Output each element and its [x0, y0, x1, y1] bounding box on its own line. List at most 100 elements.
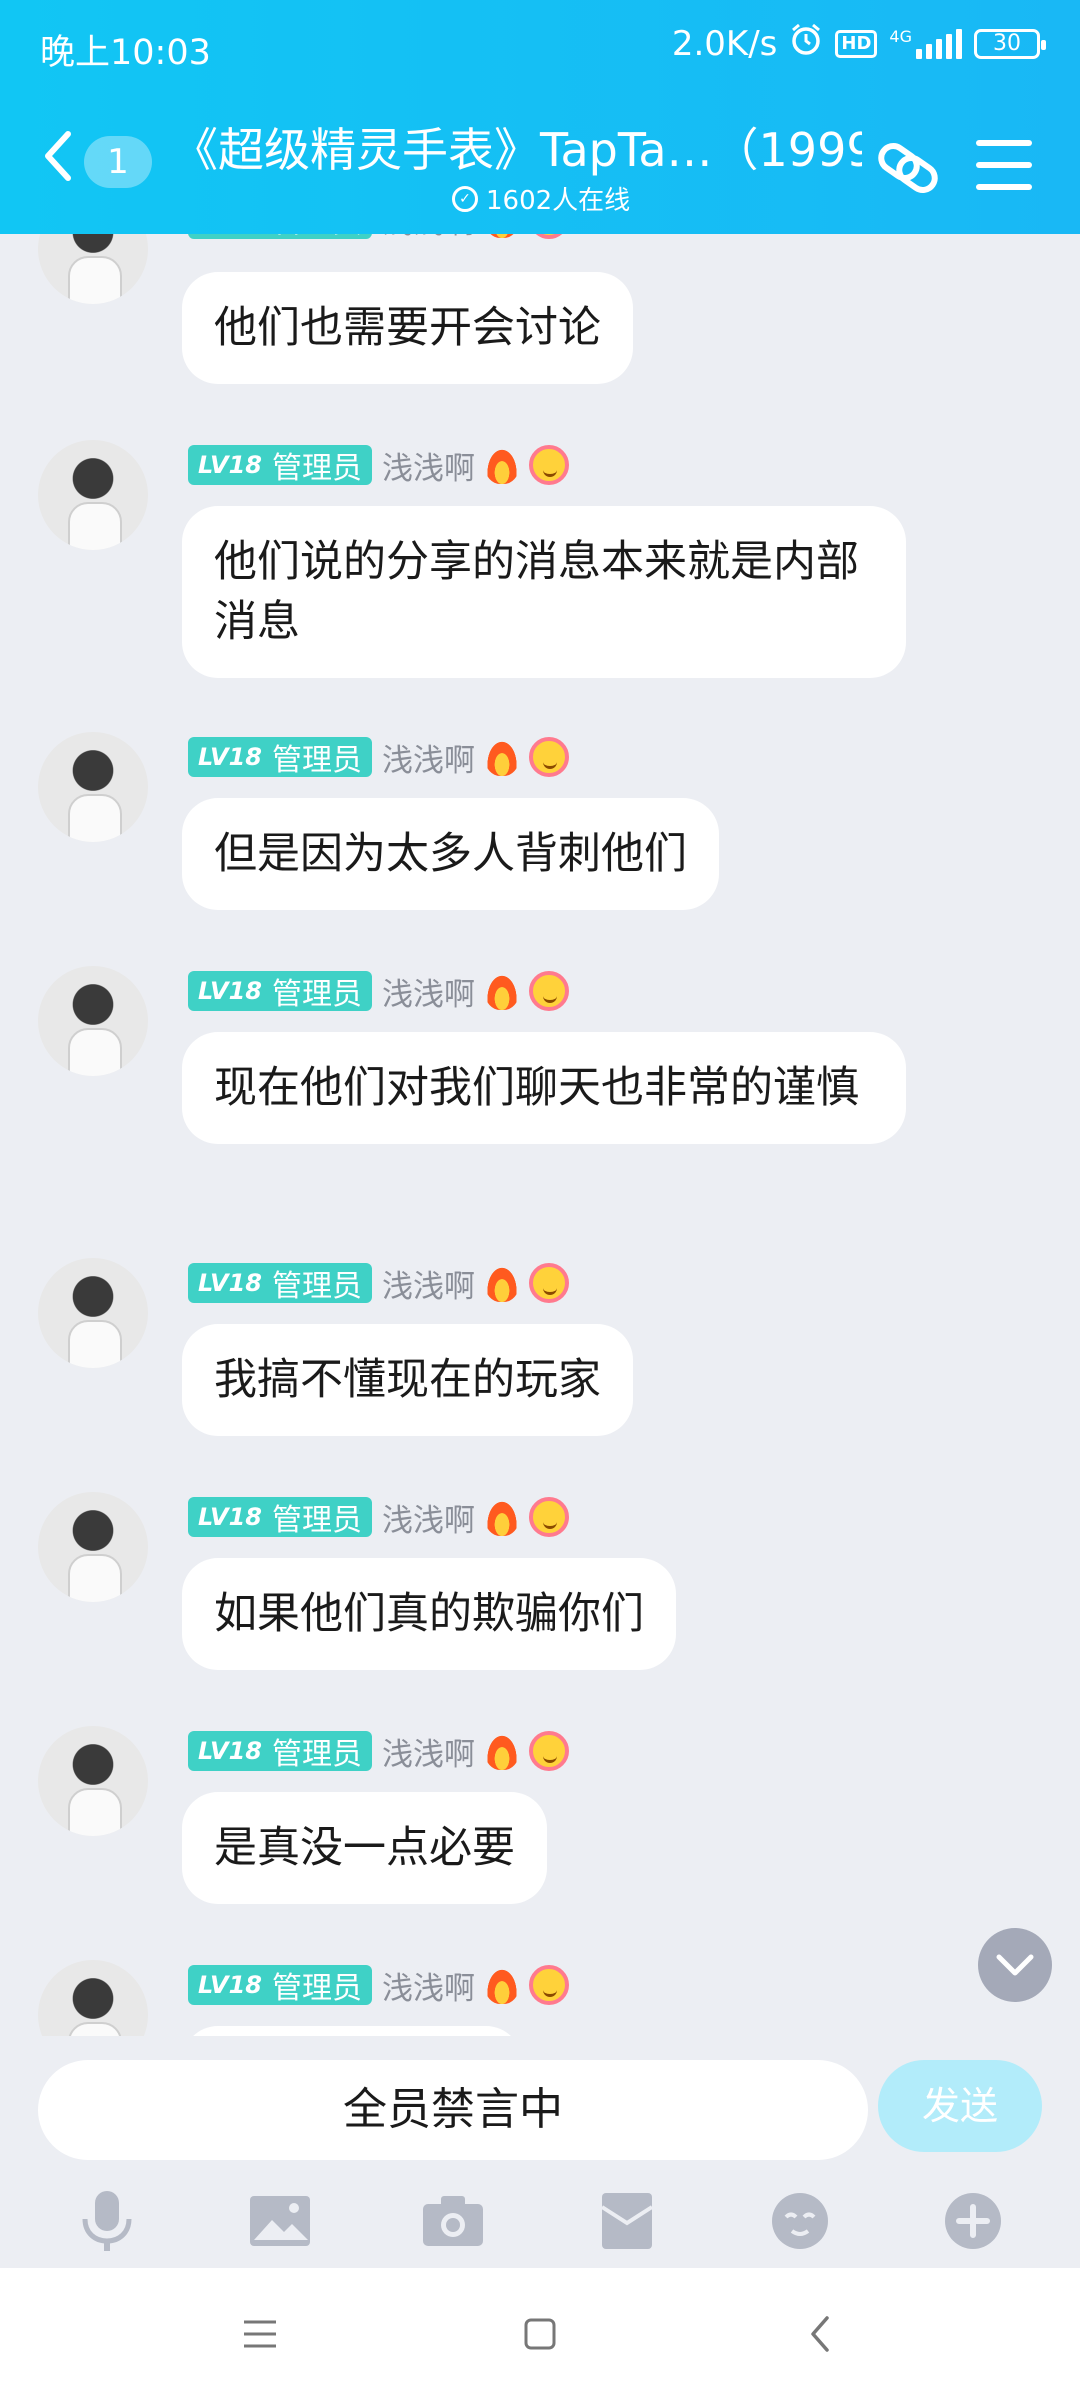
- message-bubble[interactable]: 他们说的分享的消息本来就是内部消息: [182, 506, 906, 678]
- level-text: LV18: [198, 743, 262, 771]
- message-bubble[interactable]: 他们也需要开会讨论: [182, 272, 633, 384]
- menu-lines-icon: [244, 2320, 276, 2348]
- microphone-icon[interactable]: [72, 2186, 142, 2256]
- chevron-left-icon: [45, 131, 71, 181]
- sender-meta: LV18管理员 浅浅啊: [188, 234, 569, 242]
- online-count-text: 1602人在线: [486, 186, 631, 216]
- chevron-down-icon: [996, 1954, 1034, 1976]
- fire-icon: [484, 1264, 519, 1302]
- online-check-icon: ✓: [452, 185, 478, 212]
- avatar[interactable]: [38, 440, 148, 550]
- role-text: 管理员: [271, 977, 362, 1012]
- sender-nickname[interactable]: 浅浅啊: [382, 1729, 475, 1774]
- red-packet-icon[interactable]: [592, 2186, 662, 2256]
- signal-icon: 4G: [889, 26, 962, 59]
- status-time: 晚上10:03: [40, 33, 211, 73]
- group-title[interactable]: 《超级精灵手表》TapTa…（1999）: [172, 114, 862, 180]
- scroll-to-bottom-button[interactable]: [978, 1928, 1052, 2002]
- smile-flower-icon: [528, 971, 569, 1011]
- sender-nickname[interactable]: 浅浅啊: [382, 1495, 475, 1540]
- menu-icon-line: [976, 140, 1032, 146]
- avatar[interactable]: [38, 1258, 148, 1368]
- camera-icon[interactable]: [418, 2186, 488, 2256]
- image-icon[interactable]: [245, 2186, 315, 2256]
- level-badge: LV18 管理员: [188, 445, 372, 486]
- smile-flower-icon: [528, 1263, 569, 1303]
- sender-meta: LV18 管理员 浅浅啊: [188, 735, 569, 780]
- sender-nickname[interactable]: 浅浅啊: [382, 969, 475, 1014]
- home-button[interactable]: [510, 2304, 570, 2364]
- role-text: 管理员: [271, 451, 362, 486]
- role-text: 管理员: [271, 1503, 362, 1538]
- fire-icon: [484, 1966, 519, 2004]
- level-text: LV18: [198, 1503, 262, 1531]
- message-input[interactable]: 全员禁言中: [38, 2060, 868, 2160]
- sender-nickname[interactable]: 浅浅啊: [382, 1963, 475, 2008]
- message-bubble[interactable]: 是真没一点必要: [182, 1792, 547, 1904]
- role-text: 管理员: [272, 234, 362, 241]
- message-bubble[interactable]: 如果他们真的欺骗你们: [182, 1558, 676, 1670]
- message-bubble-partial[interactable]: [182, 2026, 522, 2036]
- status-bar: 晚上10:03 2.0K/s HD 4G 30: [0, 0, 1080, 92]
- status-indicators: 2.0K/s HD 4G 30: [672, 22, 1046, 65]
- avatar[interactable]: [38, 732, 148, 842]
- fire-icon: [484, 234, 519, 238]
- avatar[interactable]: [38, 234, 148, 304]
- smile-flower-icon: [528, 1497, 569, 1537]
- message-bubble[interactable]: 现在他们对我们聊天也非常的谨慎: [182, 1032, 906, 1144]
- sender-nickname[interactable]: 浅浅啊: [382, 735, 475, 780]
- level-text: LV18: [198, 977, 262, 1005]
- menu-icon-line: [976, 184, 1032, 190]
- recents-button[interactable]: [230, 2304, 290, 2364]
- online-count: ✓ 1602人在线: [452, 180, 630, 217]
- level-badge: LV18 管理员: [188, 971, 372, 1012]
- role-text: 管理员: [271, 1269, 362, 1304]
- fire-icon: [484, 1732, 519, 1770]
- level-badge: LV18 管理员: [188, 737, 372, 778]
- menu-button[interactable]: [976, 140, 1032, 190]
- message-bubble[interactable]: 我搞不懂现在的玩家: [182, 1324, 633, 1436]
- link-share-icon: [878, 142, 938, 194]
- sender-nickname[interactable]: 浅浅啊: [382, 234, 475, 242]
- square-icon: [524, 2318, 556, 2350]
- sender-meta: LV18 管理员 浅浅啊: [188, 969, 569, 1014]
- avatar[interactable]: [38, 1492, 148, 1602]
- send-button[interactable]: 发送: [878, 2060, 1042, 2152]
- alarm-icon: [789, 22, 823, 65]
- plus-icon[interactable]: [938, 2186, 1008, 2256]
- system-back-button[interactable]: [790, 2304, 850, 2364]
- unread-count-badge[interactable]: 1: [84, 136, 152, 188]
- avatar[interactable]: [38, 1726, 148, 1836]
- level-badge: LV18管理员: [188, 234, 372, 241]
- level-text: LV18: [198, 1971, 262, 1999]
- share-link-button[interactable]: [872, 132, 944, 204]
- level-badge: LV18 管理员: [188, 1497, 372, 1538]
- fire-icon: [484, 738, 519, 776]
- level-text: LV18: [198, 451, 262, 479]
- message-list[interactable]: LV18 管理员 浅浅啊 他们也需要开会讨论 LV18 管理员 浅浅啊 他们说的分享…: [0, 234, 1080, 2036]
- role-text: 管理员: [271, 743, 362, 778]
- input-toolbar: [0, 2176, 1080, 2266]
- smile-flower-icon: [528, 1731, 569, 1771]
- sender-nickname[interactable]: 浅浅啊: [382, 1261, 475, 1306]
- fire-icon: [484, 1498, 519, 1536]
- sender-meta: LV18管理员 浅浅啊: [188, 1729, 569, 1774]
- back-button[interactable]: [40, 126, 84, 186]
- role-text: 管理员: [271, 1737, 362, 1772]
- chat-header: 晚上10:03 2.0K/s HD 4G 30 1 《超级精灵手表》TapTa……: [0, 0, 1080, 234]
- emoji-icon[interactable]: [765, 2186, 835, 2256]
- smile-flower-icon: [528, 737, 569, 777]
- sender-meta: LV18管理员 浅浅啊: [188, 1261, 569, 1306]
- sender-nickname[interactable]: 浅浅啊: [382, 443, 475, 488]
- hd-badge: HD: [835, 29, 878, 58]
- message-bubble[interactable]: 但是因为太多人背刺他们: [182, 798, 719, 910]
- smile-flower-icon: [528, 234, 569, 239]
- level-badge: LV18管理员: [188, 1965, 372, 2006]
- network-type: 4G: [889, 26, 912, 46]
- avatar[interactable]: [38, 966, 148, 1076]
- chevron-left-icon: [811, 2316, 829, 2352]
- sender-meta: LV18 管理员 浅浅啊: [188, 443, 569, 488]
- smile-flower-icon: [528, 445, 569, 485]
- fire-icon: [484, 446, 519, 484]
- avatar[interactable]: [38, 1960, 148, 2036]
